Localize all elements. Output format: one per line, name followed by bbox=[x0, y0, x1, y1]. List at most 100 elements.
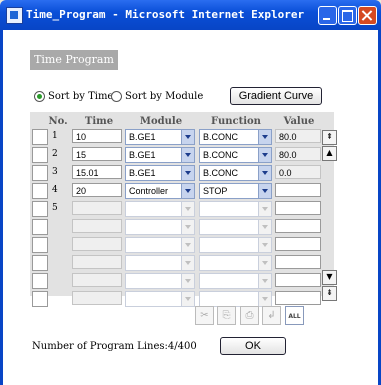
row-select-checkbox[interactable] bbox=[32, 147, 48, 163]
module-value: B.GE1 bbox=[129, 132, 156, 142]
minimize-button[interactable] bbox=[318, 6, 337, 25]
ok-button[interactable]: OK bbox=[220, 337, 286, 355]
value-input[interactable] bbox=[275, 219, 321, 233]
sort-by-time-label: Sort by Time bbox=[48, 91, 114, 102]
value-input[interactable] bbox=[275, 255, 321, 269]
value-input[interactable] bbox=[275, 291, 321, 305]
module-value: Controller bbox=[129, 186, 169, 196]
sort-by-module-radio[interactable]: Sort by Module bbox=[111, 91, 203, 102]
time-input[interactable]: 15 bbox=[72, 147, 122, 161]
close-button[interactable] bbox=[358, 6, 377, 25]
col-function-header: Function bbox=[211, 116, 261, 127]
scroll-up-button[interactable]: ▲ bbox=[322, 146, 337, 161]
module-select[interactable] bbox=[125, 201, 195, 217]
chevron-down-icon bbox=[258, 148, 271, 162]
value-input[interactable] bbox=[275, 201, 321, 215]
time-input[interactable]: 10 bbox=[72, 129, 122, 143]
col-module-header: Module bbox=[139, 116, 183, 127]
time-input[interactable]: 20 bbox=[72, 183, 122, 197]
chevron-down-icon bbox=[258, 256, 271, 270]
chevron-down-icon bbox=[181, 166, 194, 180]
chevron-down-icon bbox=[258, 184, 271, 198]
module-select[interactable]: B.GE1 bbox=[125, 129, 195, 145]
chevron-down-icon bbox=[181, 220, 194, 234]
scroll-bottom-button[interactable]: ⇟ bbox=[322, 286, 337, 301]
function-select[interactable] bbox=[199, 291, 272, 307]
chevron-down-icon bbox=[181, 148, 194, 162]
chevron-down-icon bbox=[181, 184, 194, 198]
function-select[interactable] bbox=[199, 219, 272, 235]
row-select-checkbox[interactable] bbox=[32, 201, 48, 217]
value-input[interactable] bbox=[275, 273, 321, 287]
chevron-down-icon bbox=[181, 274, 194, 288]
row-select-checkbox[interactable] bbox=[32, 237, 48, 253]
chevron-down-icon bbox=[181, 130, 194, 144]
row-select-checkbox[interactable] bbox=[32, 165, 48, 181]
value-input[interactable]: 80.0 bbox=[275, 147, 321, 161]
value-input[interactable]: 80.0 bbox=[275, 129, 321, 143]
paste-icon[interactable]: ⎙ bbox=[240, 306, 259, 325]
col-value-header: Value bbox=[283, 116, 315, 127]
col-time-header: Time bbox=[84, 116, 114, 127]
function-select[interactable] bbox=[199, 273, 272, 289]
time-input[interactable] bbox=[72, 255, 122, 269]
scroll-top-button[interactable]: ⇞ bbox=[322, 130, 337, 145]
row-number: 1 bbox=[52, 131, 58, 141]
row-number: 4 bbox=[52, 185, 58, 195]
function-select[interactable] bbox=[199, 255, 272, 271]
module-select[interactable] bbox=[125, 219, 195, 235]
program-lines-count: Number of Program Lines:4/400 bbox=[32, 341, 197, 352]
chevron-down-icon bbox=[258, 238, 271, 252]
scroll-down-button[interactable]: ▼ bbox=[322, 270, 337, 285]
sort-by-time-radio[interactable]: Sort by Time bbox=[34, 91, 113, 102]
time-input[interactable] bbox=[72, 219, 122, 233]
gradient-curve-button[interactable]: Gradient Curve bbox=[230, 87, 322, 105]
row-select-checkbox[interactable] bbox=[32, 291, 48, 307]
copy-icon[interactable]: ⎘ bbox=[217, 306, 236, 325]
panel-tag: Time Program bbox=[30, 50, 118, 70]
value-input[interactable] bbox=[275, 237, 321, 251]
module-select[interactable] bbox=[125, 273, 195, 289]
module-select[interactable]: Controller bbox=[125, 183, 195, 199]
row-select-checkbox[interactable] bbox=[32, 129, 48, 145]
time-input[interactable] bbox=[72, 273, 122, 287]
chevron-down-icon bbox=[181, 292, 194, 306]
chevron-down-icon bbox=[258, 166, 271, 180]
chevron-down-icon bbox=[181, 238, 194, 252]
chevron-down-icon bbox=[258, 202, 271, 216]
function-select[interactable]: STOP bbox=[199, 183, 272, 199]
function-select[interactable]: B.CONC bbox=[199, 165, 272, 181]
module-select[interactable] bbox=[125, 255, 195, 271]
time-input[interactable] bbox=[72, 291, 122, 305]
function-select[interactable]: B.CONC bbox=[199, 147, 272, 163]
module-value: B.GE1 bbox=[129, 150, 156, 160]
cut-icon[interactable]: ✂ bbox=[195, 306, 214, 325]
row-select-checkbox[interactable] bbox=[32, 273, 48, 289]
time-input[interactable]: 15.01 bbox=[72, 165, 122, 179]
time-input[interactable] bbox=[72, 237, 122, 251]
time-input[interactable] bbox=[72, 201, 122, 215]
ie-icon bbox=[6, 7, 23, 24]
module-select[interactable]: B.GE1 bbox=[125, 165, 195, 181]
radio-selected-icon bbox=[34, 91, 45, 102]
maximize-button[interactable] bbox=[338, 6, 357, 25]
row-select-checkbox[interactable] bbox=[32, 255, 48, 271]
value-input[interactable]: 0.0 bbox=[275, 165, 321, 179]
function-select[interactable] bbox=[199, 201, 272, 217]
chevron-down-icon bbox=[181, 202, 194, 216]
insert-icon[interactable]: ↲ bbox=[262, 306, 281, 325]
module-select[interactable] bbox=[125, 291, 195, 307]
module-select[interactable] bbox=[125, 237, 195, 253]
chevron-down-icon bbox=[258, 130, 271, 144]
function-select[interactable]: B.CONC bbox=[199, 129, 272, 145]
value-input[interactable] bbox=[275, 183, 321, 197]
row-select-checkbox[interactable] bbox=[32, 219, 48, 235]
row-number: 5 bbox=[52, 203, 58, 213]
chevron-down-icon bbox=[258, 274, 271, 288]
clear-all-icon[interactable]: ALL bbox=[285, 306, 304, 325]
title-bar: Time_Program - Microsoft Internet Explor… bbox=[0, 0, 381, 30]
function-select[interactable] bbox=[199, 237, 272, 253]
row-number: 2 bbox=[52, 149, 58, 159]
row-select-checkbox[interactable] bbox=[32, 183, 48, 199]
module-select[interactable]: B.GE1 bbox=[125, 147, 195, 163]
